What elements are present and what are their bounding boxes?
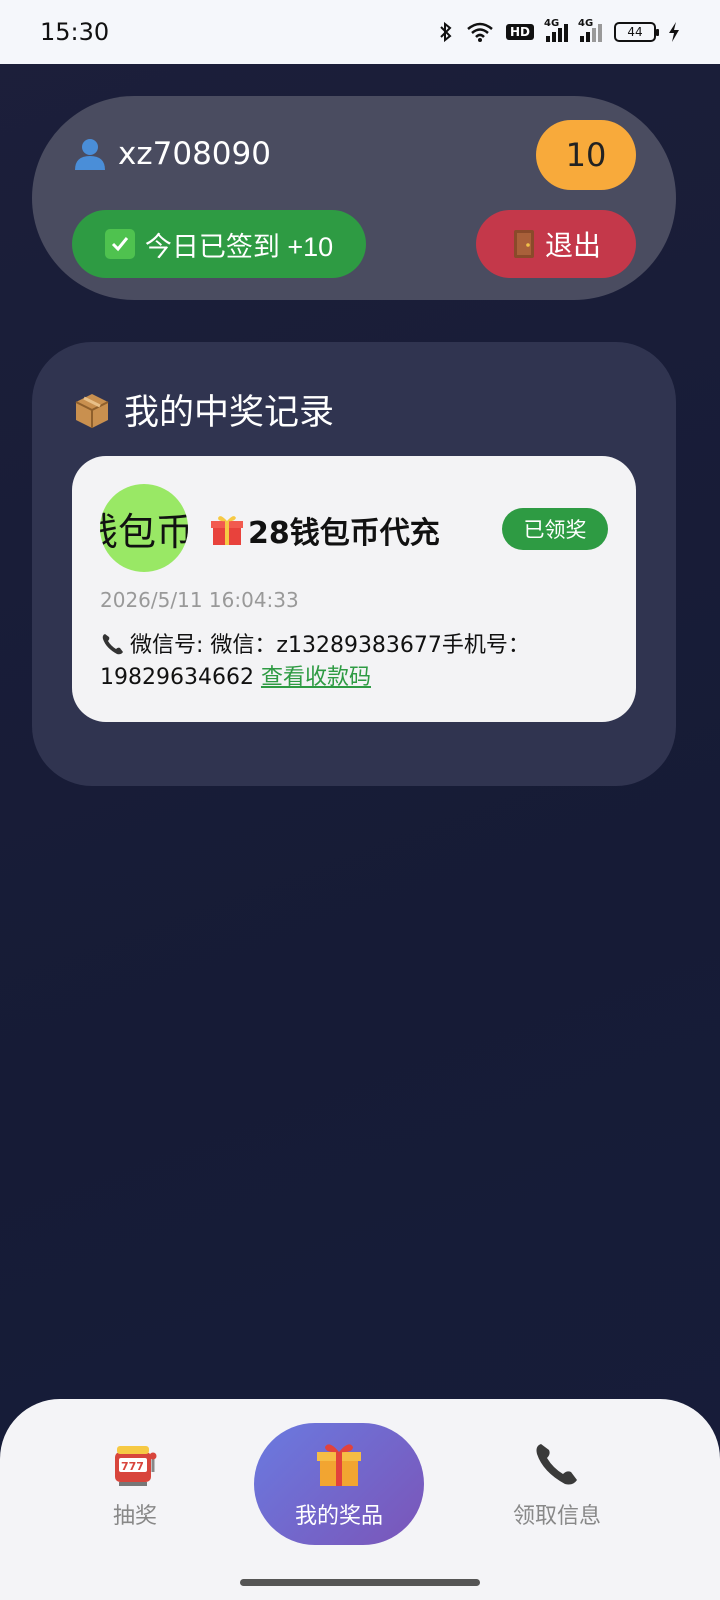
door-icon xyxy=(513,230,534,258)
prize-thumbnail: 钱包币 xyxy=(100,484,188,572)
signal-4g-secondary-icon: 4G xyxy=(578,18,602,42)
wifi-icon xyxy=(466,22,494,42)
signal-4g-icon: 4G xyxy=(544,18,568,42)
logout-button[interactable]: 退出 xyxy=(476,210,636,278)
checkin-button[interactable]: 今日已签到 +10 xyxy=(72,210,366,278)
status-time: 15:30 xyxy=(40,18,110,46)
package-icon xyxy=(75,393,109,428)
status-bar: 15:30 HD 4G 4G 44 xyxy=(0,0,720,64)
charging-icon xyxy=(668,22,680,42)
records-header: 我的中奖记录 xyxy=(72,384,334,435)
nav-label-my-prizes: 我的奖品 xyxy=(294,1504,383,1529)
user-card: xz708090 10 今日已签到 +10 退出 xyxy=(32,96,676,300)
record-time: 2026/5/11 16:04:33 xyxy=(100,588,299,612)
gift-icon xyxy=(211,516,243,545)
home-indicator[interactable] xyxy=(240,1579,480,1586)
view-qr-link[interactable]: 查看收款码 xyxy=(261,665,371,690)
battery-icon: 44 xyxy=(614,22,659,42)
user-info: xz708090 xyxy=(72,136,271,172)
user-icon xyxy=(75,139,105,170)
points-badge: 10 xyxy=(536,120,636,190)
nav-item-claim-info[interactable]: 领取信息 xyxy=(472,1423,642,1545)
phone-icon xyxy=(102,634,123,655)
username: xz708090 xyxy=(118,136,271,172)
status-icons: HD 4G 4G 44 xyxy=(438,18,680,43)
bluetooth-icon xyxy=(438,21,454,43)
svg-text:777: 777 xyxy=(121,1460,144,1473)
prize-name: 28钱包币代充 xyxy=(248,516,440,551)
status-badge: 已领奖 xyxy=(502,508,608,550)
records-panel: 我的中奖记录 钱包币 28钱包币代充 已领奖 2026/5/11 16:04:3… xyxy=(32,342,676,786)
check-mark-icon xyxy=(104,229,135,259)
gift-icon xyxy=(317,1444,361,1486)
logout-label: 退出 xyxy=(544,230,601,261)
checkin-label: 今日已签到 +10 xyxy=(144,231,334,262)
slot-machine-icon: 777 xyxy=(115,1446,157,1486)
nav-label-claim-info: 领取信息 xyxy=(512,1504,601,1529)
prize-name-row: 28钱包币代充 xyxy=(210,508,440,552)
records-title: 我的中奖记录 xyxy=(124,393,335,433)
nav-item-my-prizes[interactable]: 我的奖品 xyxy=(254,1423,424,1545)
phone-icon xyxy=(536,1444,577,1485)
hd-icon: HD xyxy=(505,24,534,40)
nav-label-lottery: 抽奖 xyxy=(112,1504,157,1529)
bottom-nav: 777 抽奖 我的奖品 领取信息 xyxy=(0,1399,720,1569)
nav-item-lottery[interactable]: 777 抽奖 xyxy=(50,1423,220,1545)
record-contact: 微信号: 微信：z13289383677手机号：19829634662 查看收款… xyxy=(100,630,620,694)
record-card[interactable]: 钱包币 28钱包币代充 已领奖 2026/5/11 16:04:33 微信号: … xyxy=(72,456,636,722)
